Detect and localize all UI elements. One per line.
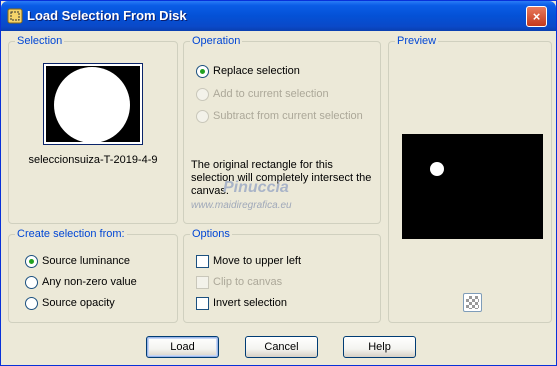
radio-button[interactable]: [25, 297, 38, 310]
preview-canvas: [402, 134, 543, 239]
cancel-button[interactable]: Cancel: [245, 336, 318, 358]
checkbox[interactable]: [196, 297, 209, 310]
watermark-name: Pinuccia: [223, 179, 289, 196]
checkbox-label: Move to upper left: [213, 255, 302, 267]
radio-label: Source luminance: [42, 255, 131, 267]
checkbox-label: Invert selection: [213, 297, 287, 309]
checkerboard-icon: [466, 296, 479, 309]
selection-legend: Selection: [17, 35, 63, 47]
thumbnail-image: [46, 66, 140, 142]
selection-thumbnail[interactable]: [43, 63, 143, 145]
radio-label: Subtract from current selection: [213, 110, 363, 122]
selection-filename: seleccionsuiza-T-2019-4-9: [28, 154, 158, 166]
watermark-url: www.maidiregrafica.eu: [191, 200, 292, 211]
radio-selected-dot: [200, 69, 205, 74]
radio-label: Any non-zero value: [42, 276, 137, 288]
app-icon: [7, 8, 23, 24]
radio-label: Add to current selection: [213, 88, 329, 100]
radio-button: [196, 88, 209, 101]
checkbox[interactable]: [196, 255, 209, 268]
window-title: Load Selection From Disk: [27, 8, 187, 23]
checkbox-label: Clip to canvas: [213, 276, 283, 288]
checkbox: [196, 276, 209, 289]
operation-legend: Operation: [192, 35, 241, 47]
preview-legend: Preview: [397, 35, 437, 47]
radio-label: Replace selection: [213, 65, 300, 77]
radio-button[interactable]: [25, 255, 38, 268]
close-button[interactable]: ×: [526, 6, 547, 27]
load-button[interactable]: Load: [146, 336, 219, 358]
dialog-window: Load Selection From Disk × Selection sel…: [0, 0, 557, 366]
options-legend: Options: [192, 228, 230, 240]
radio-button[interactable]: [25, 276, 38, 289]
radio-label: Source opacity: [42, 297, 115, 309]
radio-selected-dot: [29, 259, 34, 264]
thumbnail-circle: [54, 67, 130, 142]
close-icon: ×: [532, 9, 541, 24]
preview-selection-shape: [430, 162, 444, 176]
create-from-legend: Create selection from:: [17, 228, 125, 240]
title-bar[interactable]: Load Selection From Disk ×: [1, 1, 556, 31]
radio-button: [196, 110, 209, 123]
help-button[interactable]: Help: [343, 336, 416, 358]
radio-button[interactable]: [196, 65, 209, 78]
preview-background-toggle[interactable]: [463, 293, 482, 312]
